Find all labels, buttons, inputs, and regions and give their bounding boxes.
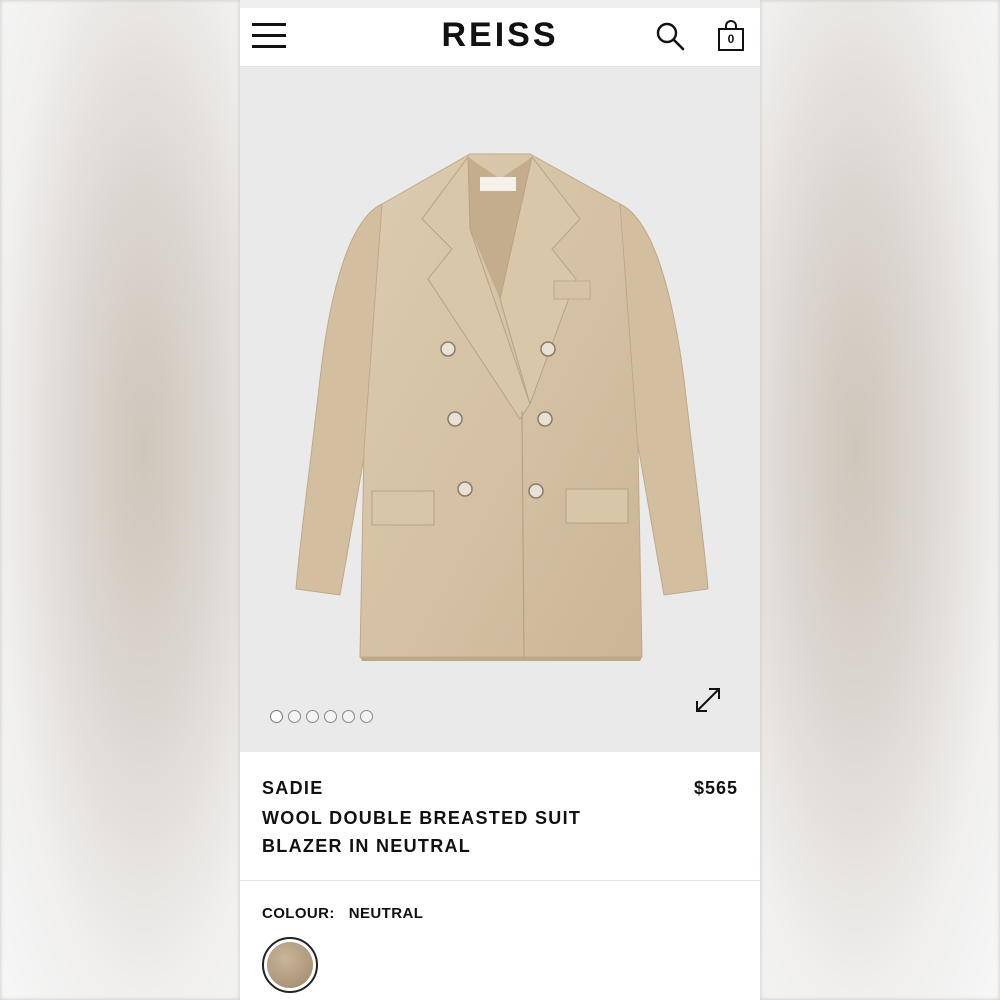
background-right [760, 0, 1000, 1000]
product-name: WOOL DOUBLE BREASTED SUIT BLAZER IN NEUT… [262, 808, 582, 856]
brand-logo[interactable]: REISS [400, 16, 600, 55]
colour-value: NEUTRAL [348, 905, 424, 922]
menu-icon-line [252, 45, 286, 48]
colour-swatch-neutral[interactable] [262, 937, 318, 993]
swatch-fill [267, 942, 313, 988]
status-strip [240, 0, 760, 8]
product-info: SADIE WOOL DOUBLE BREASTED SUIT BLAZER I… [240, 752, 760, 881]
gallery-pagination [270, 710, 373, 726]
product-image [295, 153, 709, 661]
bag-button[interactable]: 0 [714, 20, 748, 54]
expand-icon [696, 688, 720, 712]
gallery-dot[interactable] [342, 710, 355, 723]
background-left [0, 0, 240, 1000]
colour-selector-label: COLOUR: NEUTRAL [262, 905, 423, 922]
gallery-dot[interactable] [288, 710, 301, 723]
search-icon [656, 22, 685, 51]
menu-button[interactable] [252, 21, 286, 51]
product-image-gallery[interactable] [240, 67, 760, 752]
menu-icon-line [252, 34, 286, 37]
colour-label: COLOUR: [262, 905, 335, 922]
expand-image-button[interactable] [692, 684, 724, 716]
gallery-dot[interactable] [270, 710, 283, 723]
site-header: REISS 0 [240, 8, 760, 67]
product-page: REISS 0 SADIE WOOL DOUBLE BREASTED SUIT … [240, 0, 760, 1000]
product-price: $565 [693, 778, 738, 798]
gallery-dot[interactable] [324, 710, 337, 723]
product-brand: SADIE [262, 778, 324, 798]
gallery-dot[interactable] [360, 710, 373, 723]
bag-count: 0 [727, 32, 735, 46]
search-button[interactable] [654, 20, 688, 54]
menu-icon-line [252, 23, 286, 26]
gallery-dot[interactable] [306, 710, 319, 723]
